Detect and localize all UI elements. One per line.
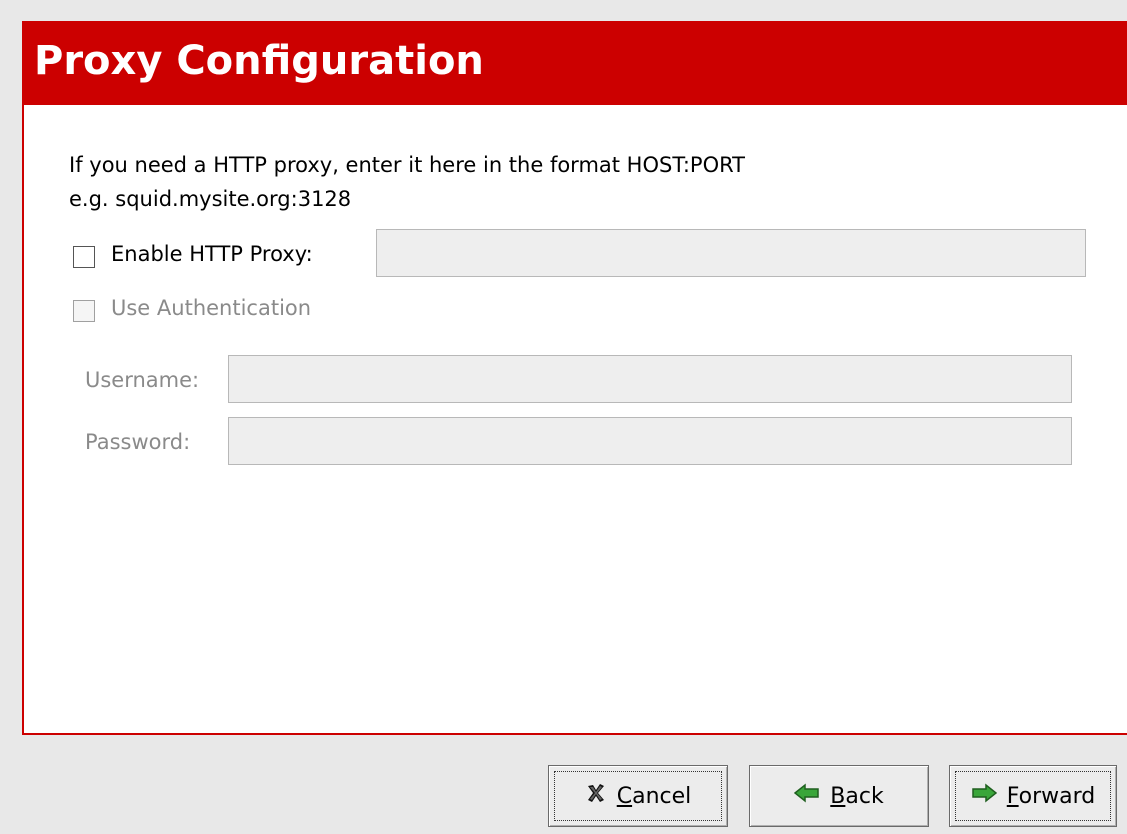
forward-button[interactable]: Forward	[949, 765, 1117, 827]
proxy-config-window: Proxy Configuration If you need a HTTP p…	[0, 0, 1127, 834]
page-title: Proxy Configuration	[34, 38, 484, 84]
content-panel: Proxy Configuration If you need a HTTP p…	[22, 21, 1127, 735]
enable-proxy-checkbox[interactable]	[73, 246, 95, 268]
header-banner: Proxy Configuration	[24, 23, 1127, 105]
instruction-line-2: e.g. squid.mysite.org:3128	[69, 187, 352, 211]
password-label: Password:	[85, 430, 191, 454]
username-label: Username:	[85, 368, 200, 392]
use-authentication-checkbox[interactable]	[73, 300, 95, 322]
username-input[interactable]	[228, 355, 1072, 403]
password-input[interactable]	[228, 417, 1072, 465]
back-button[interactable]: Back	[749, 765, 929, 827]
forward-button-label: Forward	[1006, 783, 1096, 809]
arrow-right-icon	[971, 783, 997, 809]
cancel-button-label: Cancel	[616, 783, 692, 809]
instruction-line-1: If you need a HTTP proxy, enter it here …	[69, 153, 746, 177]
cancel-button[interactable]: Cancel	[548, 765, 728, 827]
x-cancel-icon	[585, 782, 607, 810]
enable-proxy-label: Enable HTTP Proxy:	[111, 242, 313, 266]
use-authentication-label: Use Authentication	[111, 296, 312, 320]
proxy-host-input[interactable]	[376, 229, 1086, 277]
arrow-left-icon	[794, 783, 820, 809]
back-button-label: Back	[830, 783, 884, 809]
